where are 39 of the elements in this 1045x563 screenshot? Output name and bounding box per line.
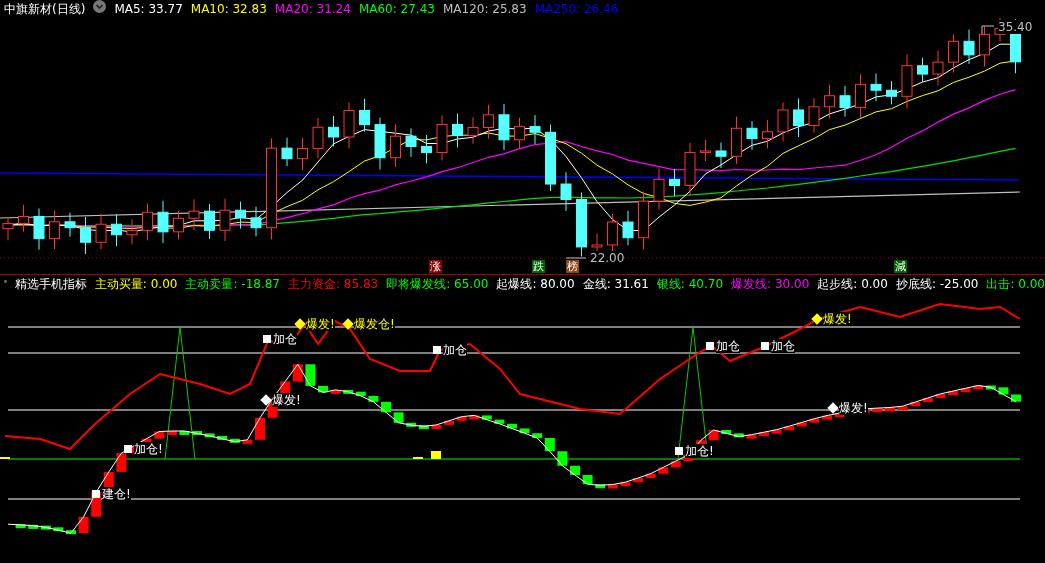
signal-label: 加仓 — [771, 339, 795, 353]
legend-value: 起步线: 0.00 — [817, 276, 888, 292]
legend-value: MA10: 32.83 — [190, 1, 267, 18]
signal-label: 爆发! — [306, 317, 335, 331]
legend-value: MA120: 25.83 — [442, 1, 527, 18]
event-tag: 涨 — [429, 260, 442, 273]
signal-label: 加仓! — [685, 444, 714, 458]
legend-value: MA250: 26.46 — [534, 1, 619, 18]
legend-value: 出击: 0.00 — [986, 276, 1045, 292]
volume-bar — [431, 451, 441, 459]
legend-value: 银线: 40.70 — [656, 276, 724, 292]
price-label: 35.40 — [998, 20, 1033, 34]
legend-value: 主力资金: 85.83 — [288, 276, 379, 292]
price-label: 22.00 — [590, 251, 625, 265]
legend-value: 爆发线: 30.00 — [731, 276, 810, 292]
stock-title: 中旗新材(日线) — [4, 1, 86, 18]
signal-label: 加仓 — [716, 339, 740, 353]
legend-value: 主动买量: 0.00 — [94, 276, 178, 292]
legend-value: 抄底线: -25.00 — [895, 276, 979, 292]
event-tag: 榜 — [566, 260, 579, 273]
legend-value: MA20: 31.24 — [274, 1, 351, 18]
event-tag: 減 — [894, 260, 907, 273]
dropdown-icon[interactable] — [93, 0, 107, 13]
legend-value: 主动卖量: -18.87 — [185, 276, 280, 292]
legend-value: MA5: 33.77 — [114, 1, 183, 18]
signal-label: 爆发! — [272, 393, 301, 407]
signal-label: 爆发仓! — [354, 317, 395, 331]
legend-value: 即将爆发线: 65.00 — [386, 276, 489, 292]
event-tag: 跌 — [532, 260, 545, 273]
legend-value: 起爆线: 80.00 — [496, 276, 575, 292]
legend-value: 金线: 31.61 — [582, 276, 649, 292]
signal-label: 加仓 — [443, 343, 467, 357]
legend-value: MA60: 27.43 — [358, 1, 435, 18]
signal-label: 建仓! — [102, 487, 131, 501]
signal-label: 加仓 — [273, 332, 297, 346]
signal-label: 爆发! — [839, 401, 868, 415]
indicator-title: 精选手机指标 — [14, 276, 87, 292]
signal-label: 加仓! — [134, 442, 163, 456]
signal-label: 爆发! — [823, 312, 852, 326]
